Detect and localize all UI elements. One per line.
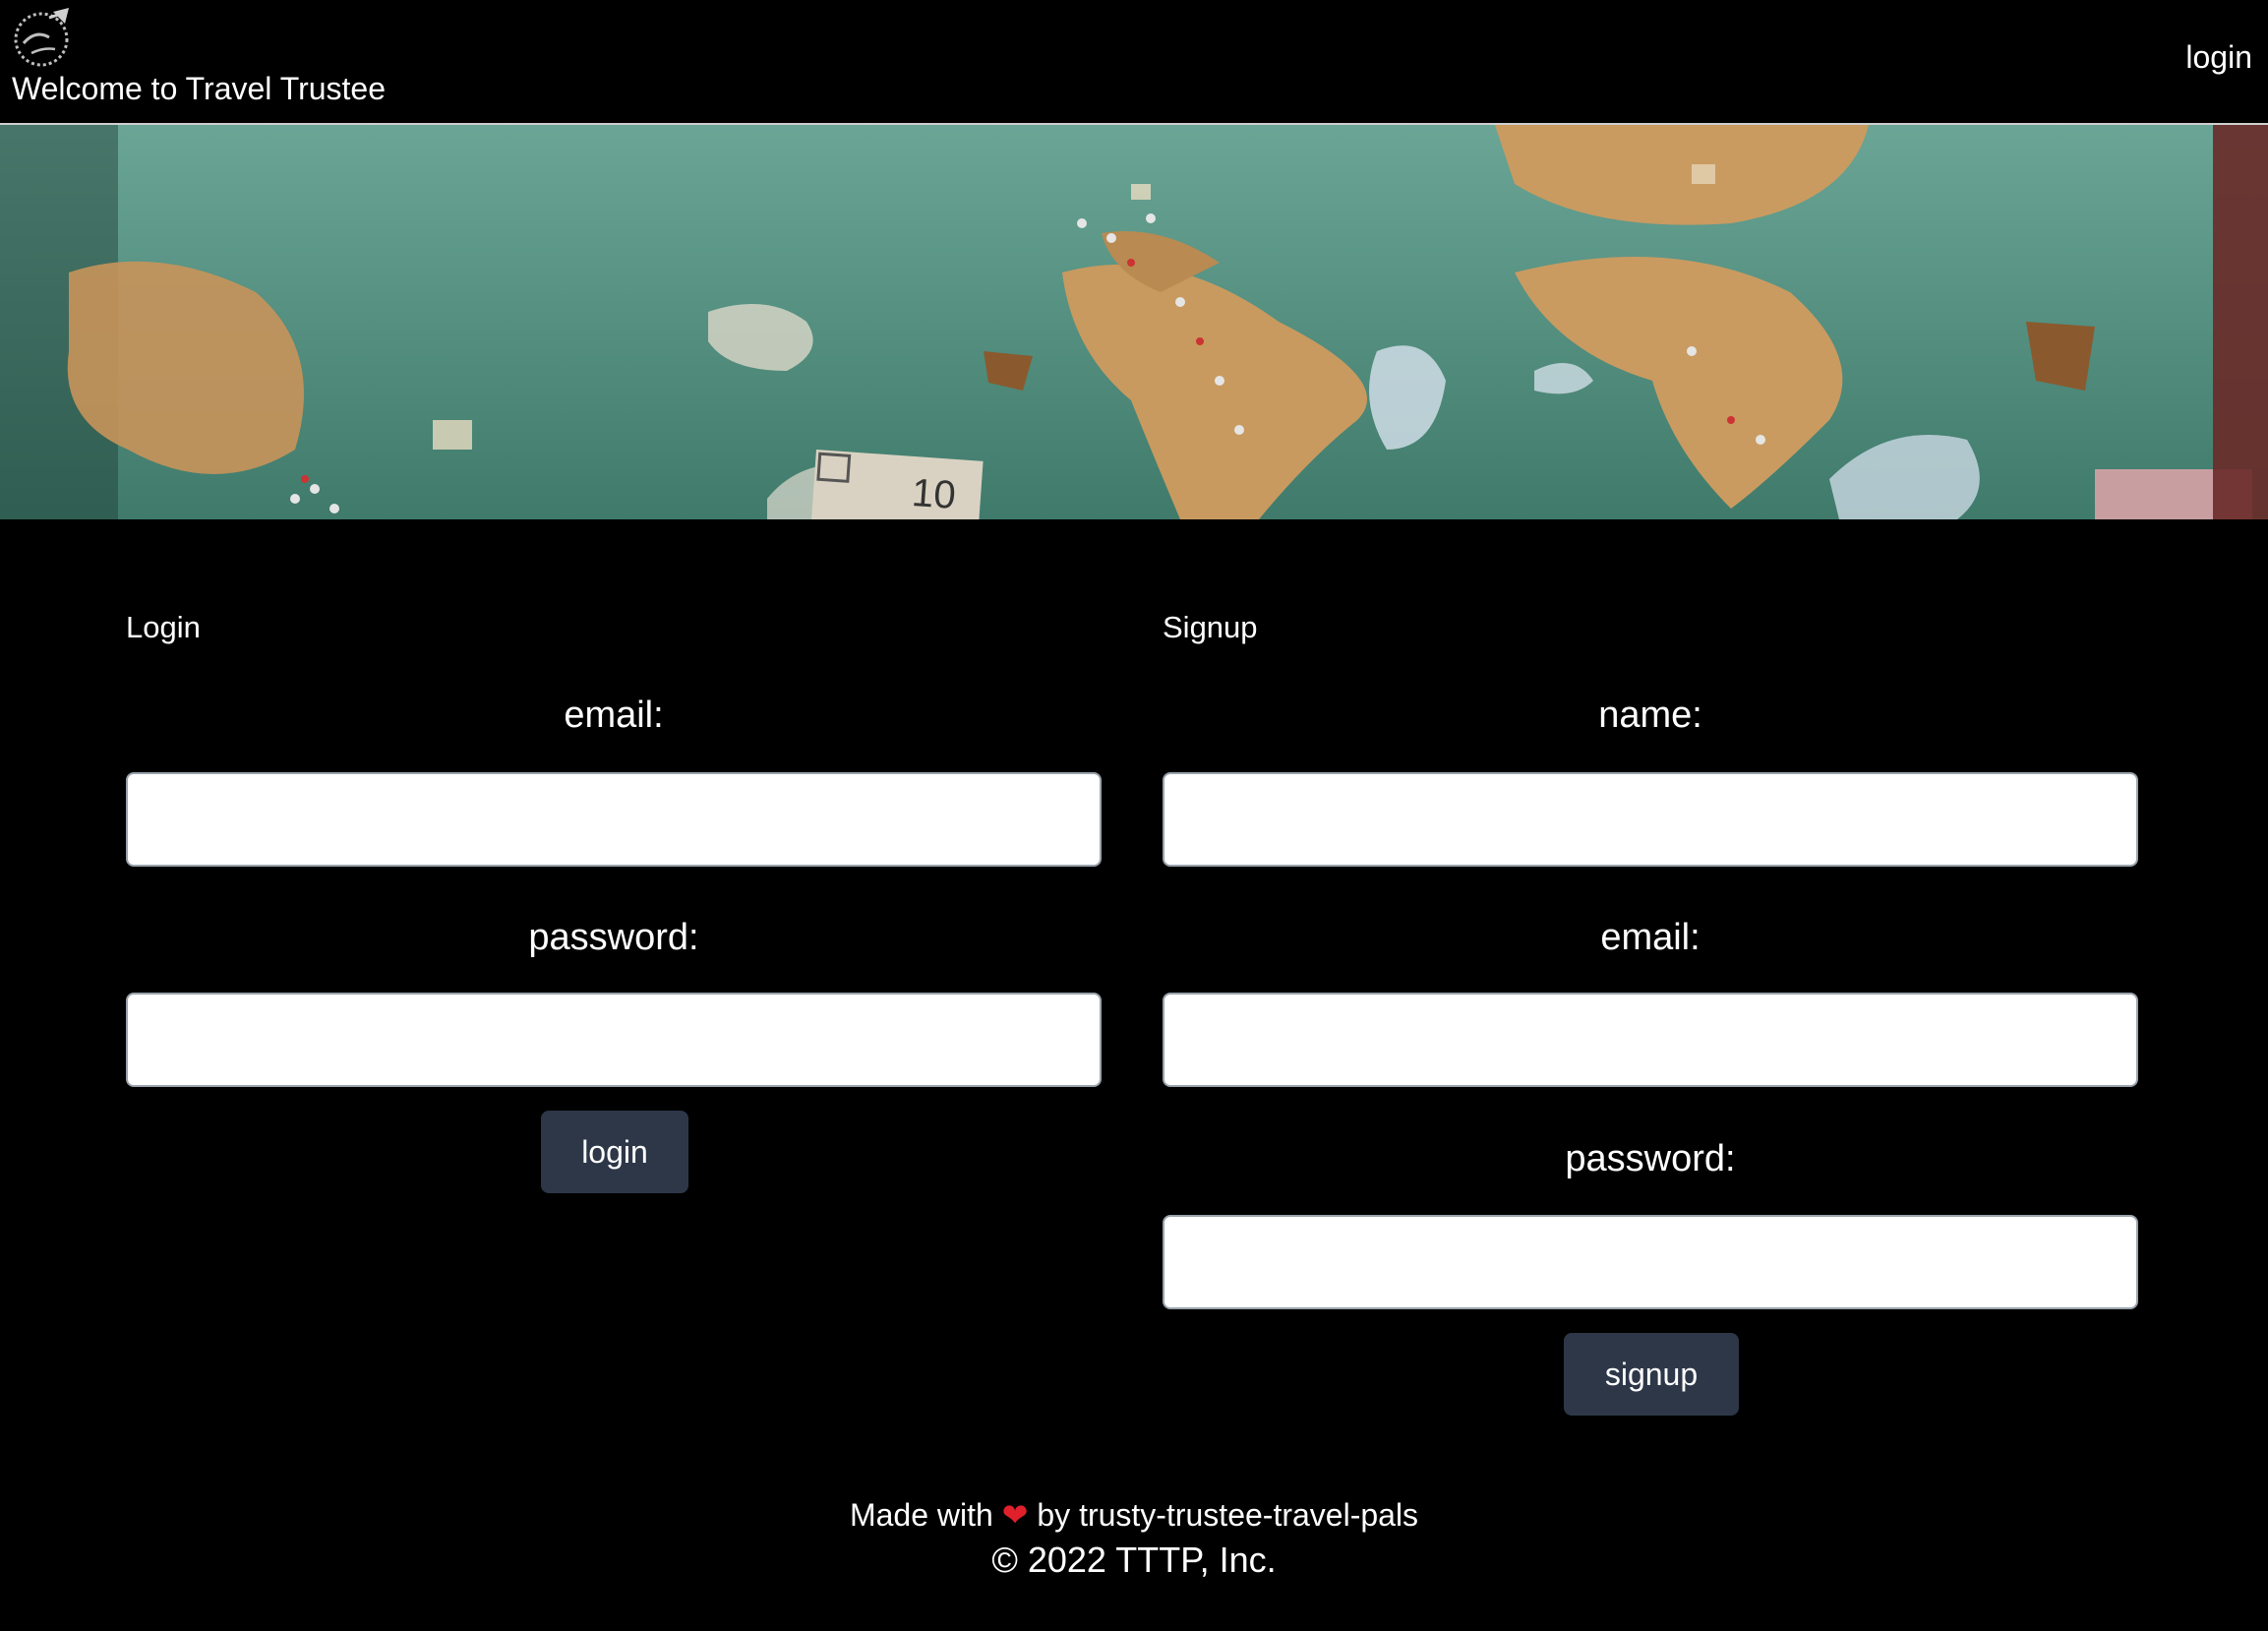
login-submit-button[interactable]: login xyxy=(541,1111,688,1193)
top-nav-bar: Welcome to Travel Trustee login xyxy=(0,0,2268,125)
signup-password-input[interactable] xyxy=(1163,1215,2138,1309)
nav-login-link[interactable]: login xyxy=(2185,37,2252,77)
signup-email-label: email: xyxy=(1600,917,1701,958)
footer-credit: Made with ❤ by trusty-trustee-travel-pal… xyxy=(0,1495,2268,1535)
banknote-text: 10 xyxy=(911,471,957,517)
login-password-input[interactable] xyxy=(126,993,1102,1087)
site-title: Welcome to Travel Trustee xyxy=(12,71,386,106)
signup-email-input[interactable] xyxy=(1163,993,2138,1087)
login-email-input[interactable] xyxy=(126,772,1102,867)
login-email-label: email: xyxy=(564,695,664,736)
login-password-label: password: xyxy=(528,917,699,958)
signup-password-label: password: xyxy=(1565,1138,1736,1179)
world-map-with-pins-banner: 10 xyxy=(0,125,2268,519)
signup-submit-button[interactable]: signup xyxy=(1564,1333,1739,1416)
page: Welcome to Travel Trustee login 10 Login… xyxy=(0,0,2268,1631)
footer-copyright: © 2022 TTTP, Inc. xyxy=(991,1540,1277,1580)
login-heading: Login xyxy=(126,610,201,644)
footer-made-prefix: Made with xyxy=(849,1497,993,1533)
heart-icon: ❤ xyxy=(1001,1496,1029,1534)
footer-made-suffix: by trusty-trustee-travel-pals xyxy=(1037,1497,1419,1533)
signup-name-input[interactable] xyxy=(1163,772,2138,867)
globe-plane-icon[interactable] xyxy=(10,4,77,71)
signup-name-label: name: xyxy=(1598,695,1702,736)
signup-heading: Signup xyxy=(1163,610,1258,644)
